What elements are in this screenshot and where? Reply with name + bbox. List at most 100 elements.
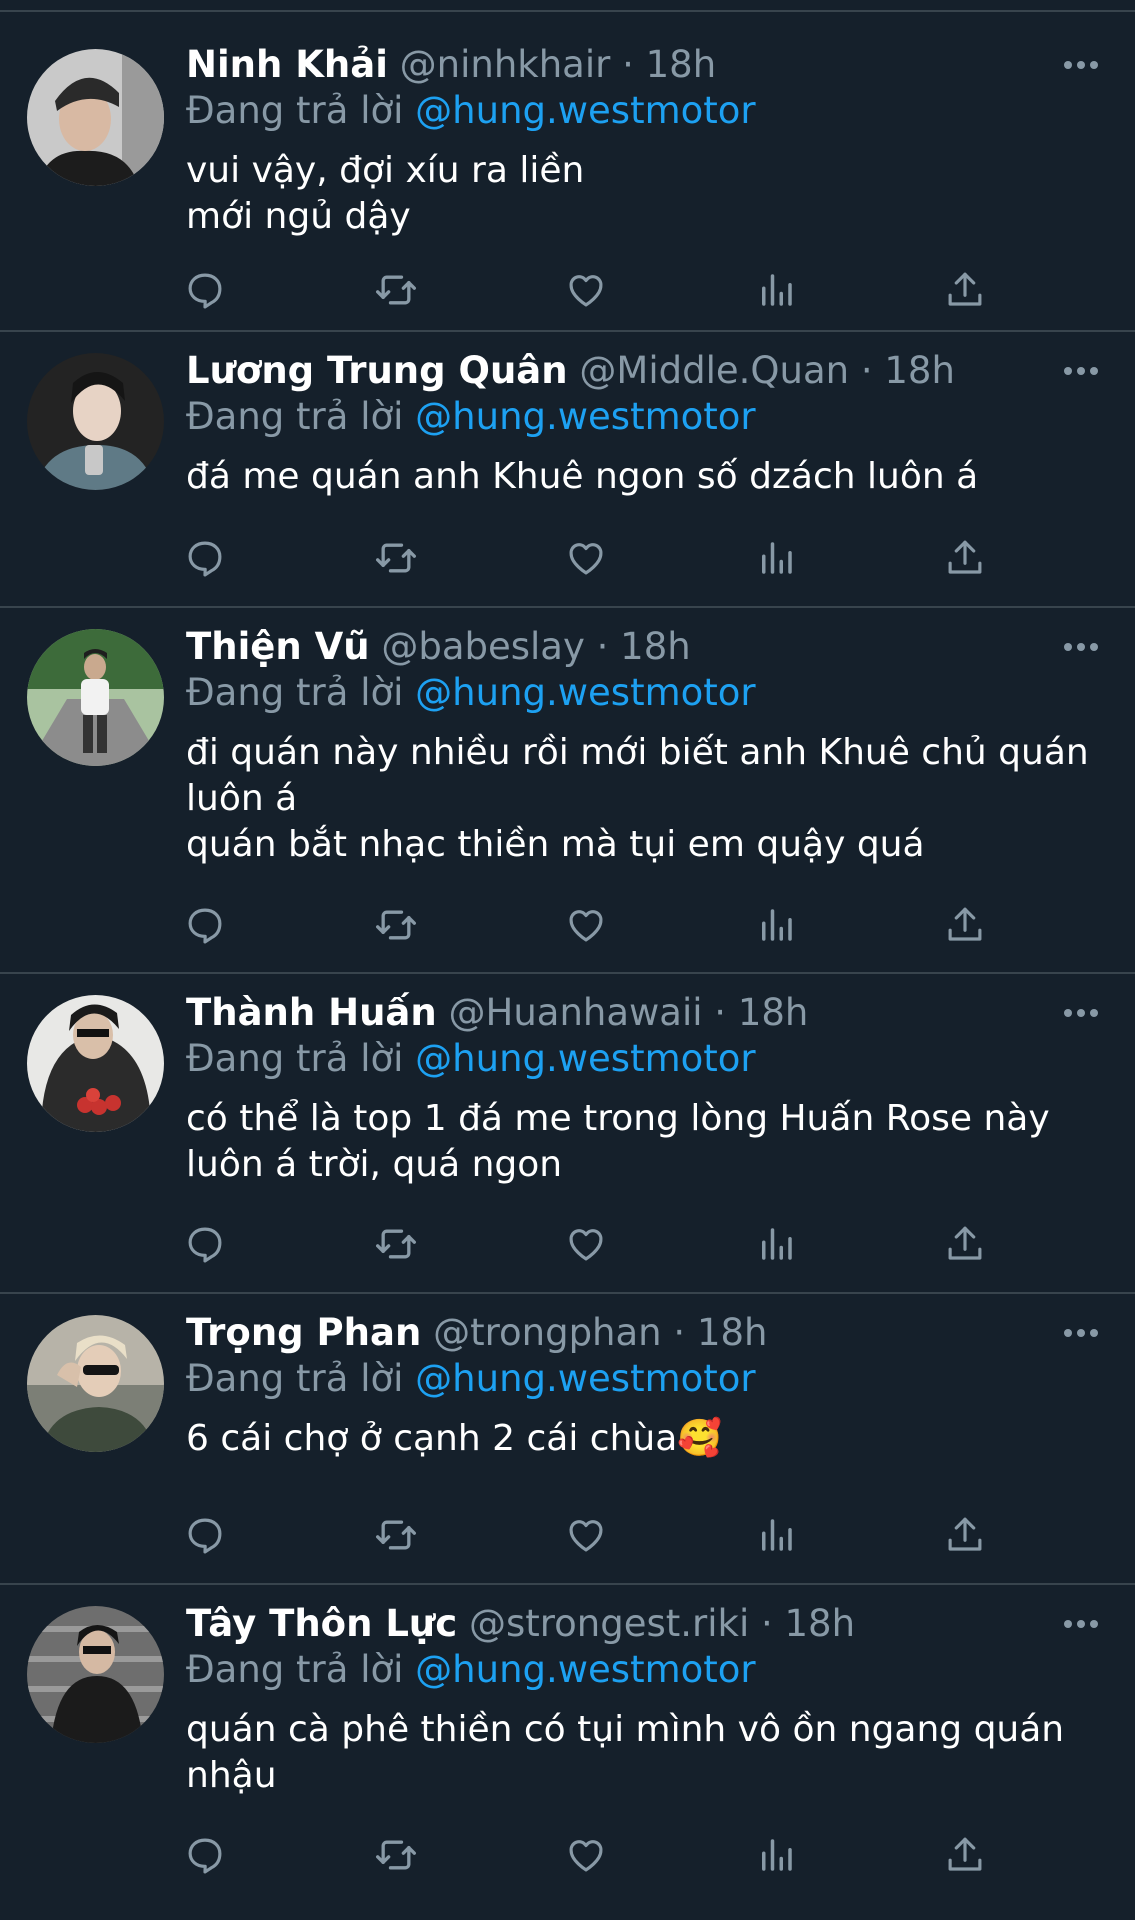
like-button[interactable] xyxy=(561,900,611,950)
share-button[interactable] xyxy=(940,1830,990,1880)
separator-dot: · xyxy=(860,349,873,392)
heart-icon xyxy=(569,543,603,575)
replying-to-label: Đang trả lời xyxy=(186,89,404,132)
share-button[interactable] xyxy=(940,900,990,950)
three-dots-icon xyxy=(1064,1620,1098,1628)
reply-button[interactable] xyxy=(180,1510,230,1560)
reply-button[interactable] xyxy=(180,533,230,583)
replying-to: Đang trả lời @hung.westmotor xyxy=(186,1036,1115,1082)
more-options-button[interactable] xyxy=(1051,42,1111,88)
display-name[interactable]: Ninh Khải xyxy=(186,43,388,86)
analytics-button[interactable] xyxy=(751,265,801,315)
share-button[interactable] xyxy=(940,265,990,315)
retweet-button[interactable] xyxy=(371,265,421,315)
share-upload-icon xyxy=(948,272,982,306)
retweet-button[interactable] xyxy=(371,1510,421,1560)
reply-tweet[interactable]: Thiện Vũ @babeslay · 18h Đang trả lời @h… xyxy=(0,608,1135,974)
reply-button[interactable] xyxy=(180,1830,230,1880)
user-handle[interactable]: @strongest.riki xyxy=(469,1602,749,1645)
avatar[interactable] xyxy=(27,1606,164,1743)
timestamp[interactable]: 18h xyxy=(620,625,691,668)
tweet-header: Thiện Vũ @babeslay · 18h xyxy=(186,624,1115,670)
user-handle[interactable]: @babeslay xyxy=(381,625,585,668)
reply-button[interactable] xyxy=(180,900,230,950)
timestamp[interactable]: 18h xyxy=(785,1602,856,1645)
like-button[interactable] xyxy=(561,1830,611,1880)
analytics-button[interactable] xyxy=(751,1510,801,1560)
heart-icon xyxy=(569,1520,603,1552)
three-dots-icon xyxy=(1064,1329,1098,1337)
reply-tweet[interactable]: Lương Trung Quân @Middle.Quan · 18h Đang… xyxy=(0,332,1135,608)
like-button[interactable] xyxy=(561,1219,611,1269)
replying-to-handle[interactable]: @hung.westmotor xyxy=(415,671,755,714)
avatar[interactable] xyxy=(27,995,164,1132)
replying-to-handle[interactable]: @hung.westmotor xyxy=(415,1357,755,1400)
bar-chart-icon xyxy=(762,1839,792,1871)
replying-to-handle[interactable]: @hung.westmotor xyxy=(415,89,755,132)
heart-icon xyxy=(569,1840,603,1872)
user-handle[interactable]: @trongphan xyxy=(433,1311,662,1354)
timestamp[interactable]: 18h xyxy=(697,1311,768,1354)
tweet-text: 6 cái chợ ở cạnh 2 cái chùa🥰 xyxy=(186,1418,723,1459)
retweet-arrows-icon xyxy=(376,275,416,305)
like-button[interactable] xyxy=(561,1510,611,1560)
avatar[interactable] xyxy=(27,1315,164,1452)
more-options-button[interactable] xyxy=(1051,624,1111,670)
reply-button[interactable] xyxy=(180,1219,230,1269)
display-name[interactable]: Thiện Vũ xyxy=(186,625,370,668)
share-button[interactable] xyxy=(940,1510,990,1560)
display-name[interactable]: Thành Huấn xyxy=(186,991,437,1034)
analytics-button[interactable] xyxy=(751,533,801,583)
reply-tweet[interactable]: Thành Huấn @Huanhawaii · 18h Đang trả lờ… xyxy=(0,974,1135,1294)
timestamp[interactable]: 18h xyxy=(884,349,955,392)
heart-icon xyxy=(569,1229,603,1261)
display-name[interactable]: Tây Thôn Lực xyxy=(186,1602,457,1645)
reply-tweet[interactable]: Tây Thôn Lực @strongest.riki · 18h Đang … xyxy=(0,1585,1135,1918)
separator-dot: · xyxy=(622,43,634,86)
user-handle[interactable]: @Middle.Quan xyxy=(579,349,849,392)
more-options-button[interactable] xyxy=(1051,1310,1111,1356)
share-upload-icon xyxy=(948,540,982,574)
analytics-button[interactable] xyxy=(751,1830,801,1880)
share-button[interactable] xyxy=(940,1219,990,1269)
avatar[interactable] xyxy=(27,49,164,186)
analytics-button[interactable] xyxy=(751,1219,801,1269)
action-bar xyxy=(186,1219,986,1269)
like-button[interactable] xyxy=(561,533,611,583)
replying-to-handle[interactable]: @hung.westmotor xyxy=(415,1037,755,1080)
avatar[interactable] xyxy=(27,353,164,490)
reply-tweet[interactable]: Trọng Phan @trongphan · 18h Đang trả lời… xyxy=(0,1294,1135,1585)
replying-to: Đang trả lời @hung.westmotor xyxy=(186,1356,1115,1402)
more-options-button[interactable] xyxy=(1051,348,1111,394)
retweet-arrows-icon xyxy=(376,543,416,573)
action-bar xyxy=(186,265,986,315)
user-handle[interactable]: @Huanhawaii xyxy=(449,991,703,1034)
timestamp[interactable]: 18h xyxy=(646,43,717,86)
display-name[interactable]: Lương Trung Quân xyxy=(186,349,568,392)
tweet-text: vui vậy, đợi xíu ra liền mới ngủ dậy xyxy=(186,150,585,237)
replying-to-handle[interactable]: @hung.westmotor xyxy=(415,1648,755,1691)
analytics-button[interactable] xyxy=(751,900,801,950)
like-button[interactable] xyxy=(561,265,611,315)
more-options-button[interactable] xyxy=(1051,990,1111,1036)
reply-tweet[interactable]: Ninh Khải @ninhkhair · 18h Đang trả lời … xyxy=(0,12,1135,332)
tweet-header: Trọng Phan @trongphan · 18h xyxy=(186,1310,1115,1356)
more-options-button[interactable] xyxy=(1051,1601,1111,1647)
action-bar xyxy=(186,1830,986,1880)
retweet-button[interactable] xyxy=(371,1219,421,1269)
reply-button[interactable] xyxy=(180,265,230,315)
tweet-text: quán cà phê thiền có tụi mình vô ồn ngan… xyxy=(186,1709,1065,1796)
retweet-arrows-icon xyxy=(376,1229,416,1259)
retweet-button[interactable] xyxy=(371,900,421,950)
replying-to-handle[interactable]: @hung.westmotor xyxy=(415,395,755,438)
replying-to: Đang trả lời @hung.westmotor xyxy=(186,88,1115,134)
retweet-arrows-icon xyxy=(376,1520,416,1550)
user-handle[interactable]: @ninhkhair xyxy=(400,43,611,86)
retweet-button[interactable] xyxy=(371,533,421,583)
avatar[interactable] xyxy=(27,629,164,766)
replying-to-label: Đang trả lời xyxy=(186,1037,404,1080)
display-name[interactable]: Trọng Phan xyxy=(186,1311,421,1354)
retweet-button[interactable] xyxy=(371,1830,421,1880)
share-button[interactable] xyxy=(940,533,990,583)
timestamp[interactable]: 18h xyxy=(738,991,809,1034)
